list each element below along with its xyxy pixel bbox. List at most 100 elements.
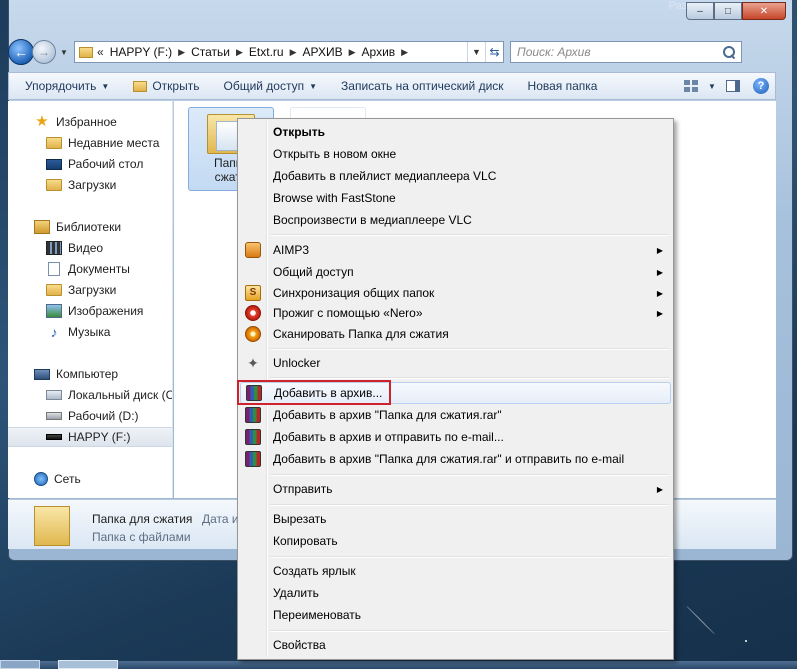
menu-item-copy[interactable]: Копировать xyxy=(240,530,671,552)
menu-item-browse-faststone[interactable]: Browse with FastStone xyxy=(240,187,671,209)
details-file-type: Папка с файлами xyxy=(92,530,191,544)
menu-item-create-shortcut[interactable]: Создать ярлык xyxy=(240,560,671,582)
menu-separator xyxy=(270,556,669,558)
new-folder-button[interactable]: Новая папка xyxy=(516,73,610,99)
menu-item-scan[interactable]: Сканировать Папка для сжатия xyxy=(240,323,671,345)
network-icon xyxy=(34,472,48,486)
forward-button[interactable]: → xyxy=(32,40,56,64)
burn-button[interactable]: Записать на оптический диск xyxy=(329,73,516,99)
aimp-icon xyxy=(245,242,261,258)
menu-item-delete[interactable]: Удалить xyxy=(240,582,671,604)
submenu-arrow-icon: ▶ xyxy=(656,484,663,494)
sidebar-item-documents[interactable]: Документы xyxy=(8,259,172,279)
minimize-button[interactable]: – xyxy=(686,2,714,20)
winrar-icon xyxy=(245,429,261,445)
menu-item-rename[interactable]: Переименовать xyxy=(240,604,671,626)
menu-item-play-vlc[interactable]: Воспроизвести в медиаплеере VLC xyxy=(240,209,671,231)
chevron-right-icon[interactable]: ▶ xyxy=(349,47,356,58)
downloads-folder-icon xyxy=(46,179,62,191)
hard-drive-icon xyxy=(46,412,62,420)
help-icon: ? xyxy=(753,78,769,94)
menu-separator xyxy=(270,630,669,632)
chevron-right-icon[interactable]: ▶ xyxy=(290,47,297,58)
address-segment-archive-upper[interactable]: АРХИВ xyxy=(303,45,343,59)
search-icon[interactable] xyxy=(723,46,735,58)
taskbar-button[interactable] xyxy=(58,660,118,669)
menu-separator xyxy=(270,348,669,350)
chevron-down-icon: ▼ xyxy=(309,81,318,91)
history-dropdown-icon[interactable]: ▼ xyxy=(58,48,70,57)
menu-item-unlocker[interactable]: ✦ Unlocker xyxy=(240,352,671,374)
menu-item-cut[interactable]: Вырезать xyxy=(240,508,671,530)
menu-separator xyxy=(270,504,669,506)
maximize-button[interactable]: □ xyxy=(714,2,742,20)
sidebar-item-music[interactable]: ♪ Музыка xyxy=(8,322,172,342)
details-file-name: Папка для сжатия xyxy=(92,512,193,526)
search-placeholder: Поиск: Архив xyxy=(517,45,591,59)
address-segment-etxt[interactable]: Etxt.ru xyxy=(249,45,284,59)
menu-item-nero[interactable]: Прожиг с помощью «Nero» ▶ xyxy=(240,302,671,324)
address-segment-happy[interactable]: HAPPY (F:) xyxy=(110,45,172,59)
sidebar-item-recent[interactable]: Недавние места xyxy=(8,133,172,153)
desktop-star xyxy=(745,640,747,642)
refresh-icon[interactable]: ⇆ xyxy=(485,42,503,62)
submenu-arrow-icon: ▶ xyxy=(656,245,663,255)
view-options-dropdown[interactable]: ▼ xyxy=(705,73,719,99)
menu-item-open-new-window[interactable]: Открыть в новом окне xyxy=(240,143,671,165)
change-view-button[interactable] xyxy=(677,73,705,99)
sidebar-item-favorites[interactable]: ★ Избранное xyxy=(8,112,172,132)
back-button[interactable]: ← xyxy=(8,39,34,65)
folder-icon xyxy=(34,506,70,546)
menu-item-sync[interactable]: S Синхронизация общих папок ▶ xyxy=(240,282,671,304)
menu-item-open[interactable]: Открыть xyxy=(240,121,671,143)
chevron-right-icon[interactable]: ▶ xyxy=(401,47,408,58)
menu-item-add-archive-email[interactable]: Добавить в архив и отправить по e-mail..… xyxy=(240,426,671,448)
video-icon xyxy=(46,241,62,255)
address-segment-archive[interactable]: Архив xyxy=(362,45,396,59)
sidebar-item-lib-downloads[interactable]: Загрузки xyxy=(8,280,172,300)
sidebar-item-desktop[interactable]: Рабочий стол xyxy=(8,154,172,174)
help-button[interactable]: ? xyxy=(747,73,775,99)
submenu-arrow-icon: ▶ xyxy=(656,267,663,277)
menu-item-add-archive-rar[interactable]: Добавить в архив "Папка для сжатия.rar" xyxy=(240,404,671,426)
menu-item-properties[interactable]: Свойства xyxy=(240,634,671,656)
sidebar-item-network[interactable]: Сеть xyxy=(8,469,172,489)
highlight-annotation-box xyxy=(237,380,391,405)
menu-separator xyxy=(270,234,669,236)
menu-item-add-vlc-playlist[interactable]: Добавить в плейлист медиаплеера VLC xyxy=(240,165,671,187)
computer-icon xyxy=(34,368,50,380)
libraries-icon xyxy=(34,220,50,234)
sidebar-item-local-disk[interactable]: Локальный диск (C xyxy=(8,385,172,405)
winrar-icon xyxy=(245,407,261,423)
recent-places-icon xyxy=(46,137,62,149)
address-overflow-icon[interactable]: « xyxy=(97,45,104,59)
menu-item-send-to[interactable]: Отправить ▶ xyxy=(240,478,671,500)
share-button[interactable]: Общий доступ ▼ xyxy=(211,73,329,99)
taskbar-button[interactable] xyxy=(0,660,40,669)
sidebar-item-computer[interactable]: Компьютер xyxy=(8,364,172,384)
menu-item-add-archive-rar-email[interactable]: Добавить в архив "Папка для сжатия.rar" … xyxy=(240,448,671,470)
address-bar[interactable]: « HAPPY (F:) ▶ Статьи ▶ Etxt.ru ▶ АРХИВ … xyxy=(74,41,504,63)
sidebar-item-images[interactable]: Изображения xyxy=(8,301,172,321)
sidebar-item-happy[interactable]: HAPPY (F:) xyxy=(8,427,172,447)
organize-button[interactable]: Упорядочить ▼ xyxy=(9,73,121,99)
documents-icon xyxy=(48,262,60,276)
menu-item-aimp[interactable]: AIMP3 ▶ xyxy=(240,239,671,261)
open-button[interactable]: Открыть xyxy=(121,73,211,99)
address-segment-articles[interactable]: Статьи xyxy=(191,45,230,59)
close-button[interactable]: ✕ xyxy=(742,2,786,20)
preview-pane-button[interactable] xyxy=(719,73,747,99)
sync-icon: S xyxy=(245,285,261,301)
chevron-right-icon[interactable]: ▶ xyxy=(236,47,243,58)
sidebar-item-libraries[interactable]: Библиотеки xyxy=(8,217,172,237)
address-dropdown-icon[interactable]: ▼ xyxy=(467,42,485,62)
navigation-pane: ★ Избранное Недавние места Рабочий стол … xyxy=(8,101,173,498)
system-drive-icon xyxy=(46,390,62,400)
sidebar-item-video[interactable]: Видео xyxy=(8,238,172,258)
winrar-icon xyxy=(245,451,261,467)
search-input[interactable]: Поиск: Архив xyxy=(510,41,742,63)
sidebar-item-downloads[interactable]: Загрузки xyxy=(8,175,172,195)
sidebar-item-work-disk[interactable]: Рабочий (D:) xyxy=(8,406,172,426)
menu-item-share[interactable]: Общий доступ ▶ xyxy=(240,261,671,283)
chevron-right-icon[interactable]: ▶ xyxy=(178,47,185,58)
